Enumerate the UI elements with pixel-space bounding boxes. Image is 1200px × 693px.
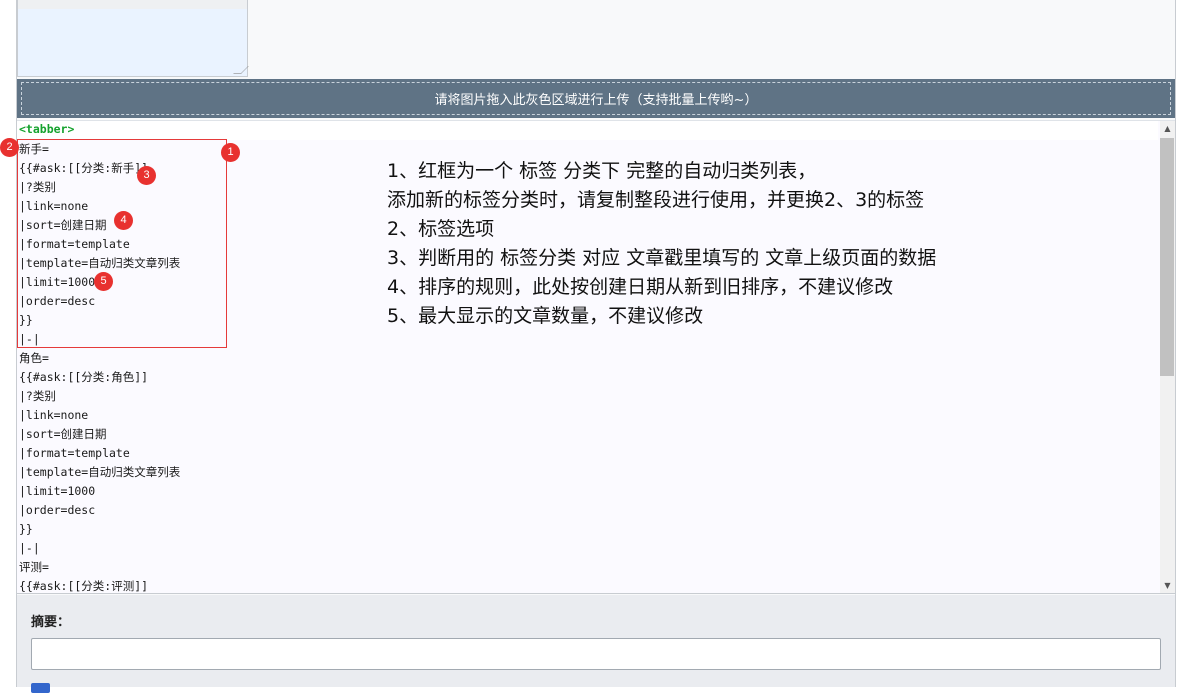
scroll-down-arrow-icon[interactable]: ▼ xyxy=(1160,578,1175,593)
annotation-badge-1: 1 xyxy=(221,143,240,162)
scroll-up-arrow-icon[interactable]: ▲ xyxy=(1160,121,1175,136)
scrollbar-thumb[interactable] xyxy=(1160,138,1174,376)
annotation-badge-4: 4 xyxy=(114,211,133,230)
code-line: 角色= xyxy=(19,351,49,365)
summary-label: 摘要： xyxy=(31,614,71,629)
code-line: 评测= xyxy=(19,560,49,574)
annotation-notes: 1、红框为一个 标签 分类下 完整的自动归类列表， 添加新的标签分类时，请复制整… xyxy=(387,157,936,331)
image-upload-dropzone[interactable]: 请将图片拖入此灰色区域进行上传（支持批量上传哟~） xyxy=(17,79,1175,118)
annotation-badge-3: 3 xyxy=(137,166,156,185)
code-line: |sort=创建日期 xyxy=(19,427,107,441)
code-line: }} xyxy=(19,522,33,536)
code-line: {{#ask:[[分类:角色]] xyxy=(19,370,149,384)
code-line: |-| xyxy=(19,541,40,555)
code-line: |format=template xyxy=(19,446,130,460)
textarea-line xyxy=(18,0,247,9)
note-line: 3、判断用的 标签分类 对应 文章戳里填写的 文章上级页面的数据 xyxy=(387,247,937,269)
minor-edit-checkbox[interactable] xyxy=(31,683,50,693)
tabber-tag: <tabber> xyxy=(19,122,75,136)
note-line: 5、最大显示的文章数量，不建议修改 xyxy=(387,305,704,327)
annotation-badge-2: 2 xyxy=(0,138,19,157)
resize-grip-icon[interactable] xyxy=(233,66,249,74)
annotation-red-frame xyxy=(17,139,227,348)
note-line: 4、排序的规则，此处按创建日期从新到旧排序，不建议修改 xyxy=(387,276,894,298)
annotation-badge-5: 5 xyxy=(94,272,113,291)
note-line: 1、红框为一个 标签 分类下 完整的自动归类列表， xyxy=(387,160,817,182)
code-line: |order=desc xyxy=(19,503,96,517)
code-line: |?类别 xyxy=(19,389,56,403)
note-line: 添加新的标签分类时，请复制整段进行使用，并更换2、3的标签 xyxy=(387,189,925,211)
code-line: |limit=1000 xyxy=(19,484,96,498)
tabber-tag-line: <tabber> xyxy=(17,121,1158,140)
code-line: |link=none xyxy=(19,408,89,422)
code-line: |template=自动归类文章列表 xyxy=(19,465,181,479)
note-line: 2、标签选项 xyxy=(387,218,495,240)
summary-input[interactable] xyxy=(31,638,1161,670)
code-line: {{#ask:[[分类:评测]] xyxy=(19,579,149,593)
top-textarea[interactable] xyxy=(17,0,249,77)
upload-hint: 请将图片拖入此灰色区域进行上传（支持批量上传哟~） xyxy=(21,82,1171,115)
